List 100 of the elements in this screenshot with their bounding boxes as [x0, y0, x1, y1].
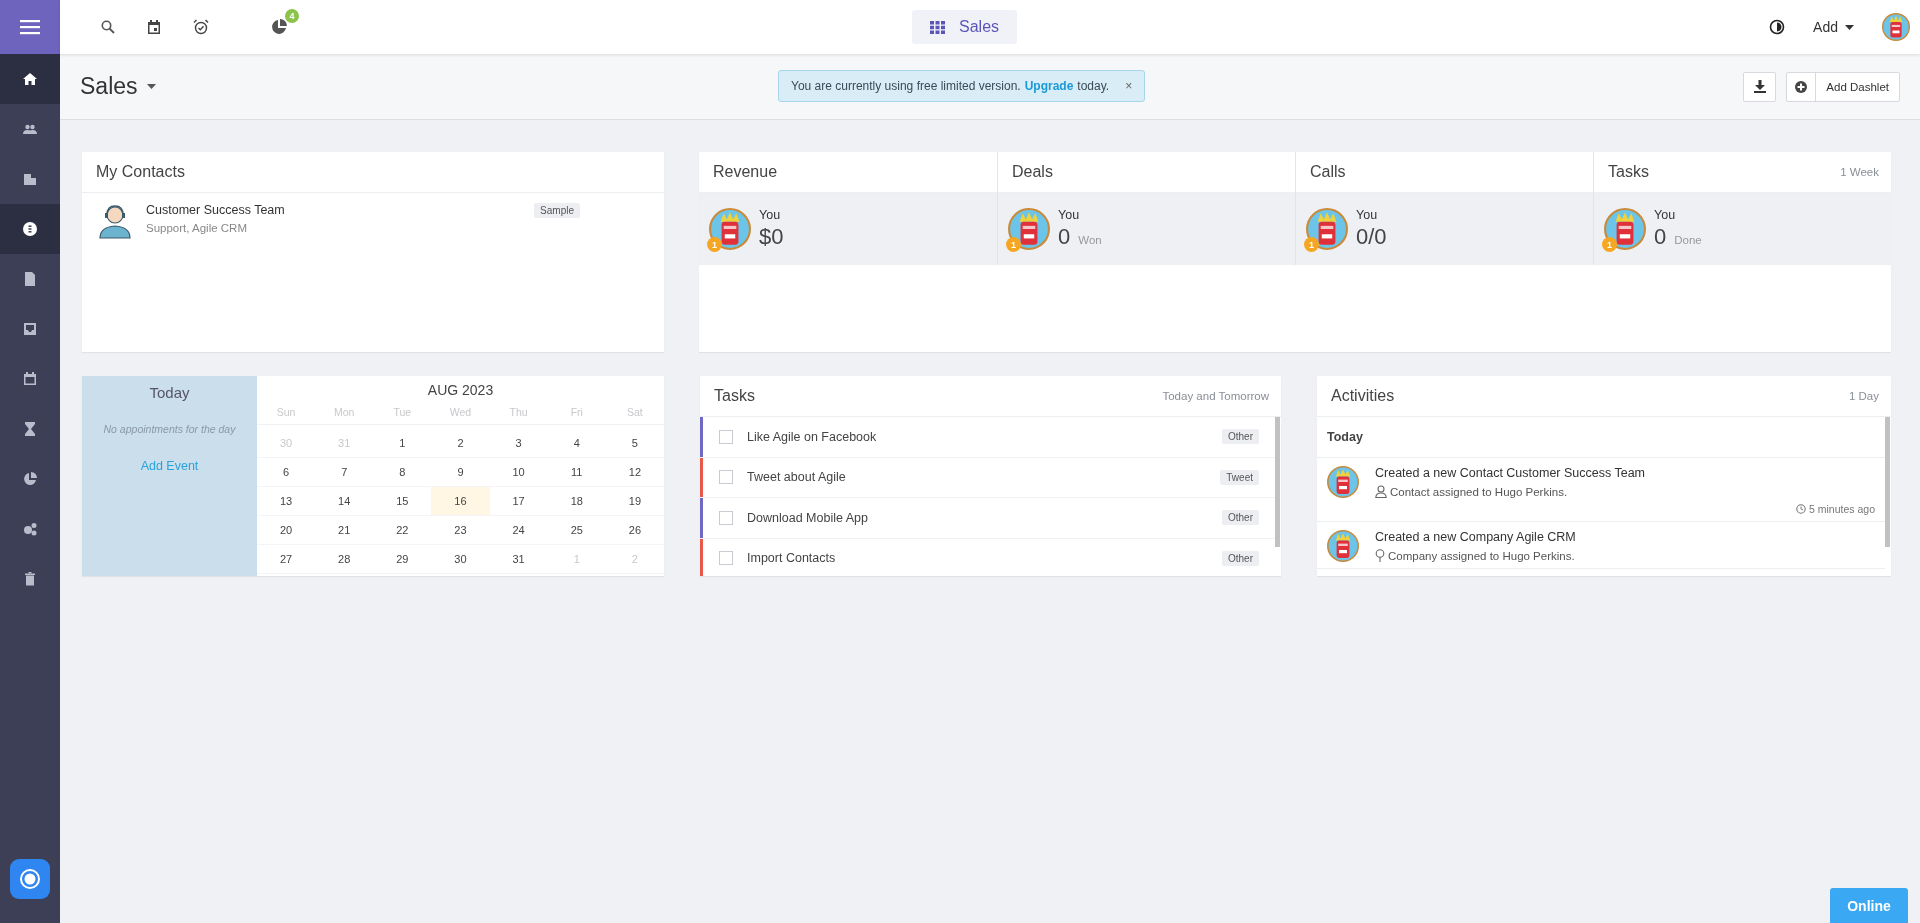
task-tag: Other — [1222, 510, 1259, 526]
building-icon — [23, 172, 37, 186]
calendar-day[interactable]: 3 — [489, 429, 548, 458]
dashboard-tab[interactable]: Sales — [912, 10, 1018, 44]
card-title: My Contacts — [96, 163, 185, 181]
theme-toggle-icon[interactable] — [1769, 19, 1786, 35]
calendar-day[interactable]: 18 — [547, 487, 606, 516]
task-item[interactable]: Import Contacts Other — [700, 538, 1275, 576]
task-label: Tweet about Agile — [747, 470, 846, 485]
scrollbar[interactable] — [1885, 417, 1890, 547]
calendar-day[interactable]: 6 — [257, 458, 316, 487]
calendar-day[interactable]: 2 — [431, 429, 490, 458]
scrollbar[interactable] — [1275, 417, 1280, 547]
calendar-day[interactable]: 31 — [489, 545, 548, 574]
support-agent-icon — [96, 203, 134, 239]
pie-chart-icon[interactable] — [271, 19, 287, 35]
calendar-day[interactable]: 30 — [431, 545, 490, 574]
calendar-day[interactable]: 20 — [257, 516, 316, 545]
calendar-day[interactable]: 16 — [431, 487, 490, 516]
calendar-day[interactable]: 4 — [547, 429, 606, 458]
add-dashlet-button[interactable]: Add Dashlet — [1816, 72, 1899, 101]
calendar-day[interactable]: 29 — [373, 545, 432, 574]
calendar-day[interactable]: 1 — [373, 429, 432, 458]
menu-button[interactable] — [0, 0, 60, 54]
card-title: Calls — [1310, 163, 1346, 181]
sidebar-item[interactable] — [0, 54, 60, 104]
calendar-day[interactable]: 21 — [315, 516, 374, 545]
today-title: Today — [149, 384, 190, 401]
task-tag: Other — [1222, 550, 1259, 566]
alert-text: You are currently using free limited version. — [791, 79, 1021, 93]
month-title: AUG 2023 — [427, 382, 494, 398]
task-item[interactable]: Download Mobile App Other — [700, 498, 1275, 539]
contact-item[interactable]: Customer Success Team Support, Agile CRM Sample — [82, 193, 664, 249]
task-label: Download Mobile App — [747, 510, 868, 525]
calendar-day[interactable]: 12 — [605, 458, 664, 487]
avatar-icon — [1306, 208, 1348, 250]
download-icon — [1753, 80, 1766, 93]
add-menu-button[interactable]: Add — [1813, 19, 1854, 35]
calendar-day[interactable]: 23 — [431, 516, 490, 545]
dashboard-title-dropdown[interactable]: Sales — [80, 73, 156, 100]
calendar-day[interactable]: 27 — [257, 545, 316, 574]
calendar-day[interactable]: 28 — [315, 545, 374, 574]
grid-icon — [930, 20, 945, 34]
trash-icon — [23, 572, 37, 586]
avatar-icon — [1604, 208, 1646, 250]
plus-circle-icon[interactable] — [1795, 80, 1808, 93]
range-label: 1 Day — [1848, 390, 1879, 402]
calendar-day[interactable]: 22 — [373, 516, 432, 545]
rank-badge: 1 — [1304, 237, 1319, 252]
card-title: Tasks — [1608, 163, 1649, 181]
stat-unit: Won — [1078, 234, 1102, 246]
calendar-day[interactable]: 7 — [315, 458, 374, 487]
card-title: Revenue — [713, 163, 778, 181]
stat-value: 0 — [1058, 224, 1071, 250]
calendar-day[interactable]: 25 — [547, 516, 606, 545]
calendar-day[interactable]: 13 — [257, 487, 316, 516]
chat-icon — [19, 868, 41, 890]
avatar-icon — [1327, 530, 1359, 562]
calendar-day[interactable]: 26 — [605, 516, 664, 545]
user-name: You — [1356, 208, 1379, 222]
card-title: Activities — [1331, 387, 1395, 405]
calendar-day[interactable]: 19 — [605, 487, 664, 516]
stat-value: $0 — [759, 224, 784, 250]
activity-title: Created a new Contact Customer Success Team — [1375, 466, 1647, 480]
search-icon[interactable] — [101, 20, 115, 34]
task-checkbox[interactable] — [719, 510, 733, 525]
caret-icon — [146, 84, 156, 89]
calendar-day[interactable]: 17 — [489, 487, 548, 516]
alert-text: today. — [1077, 79, 1110, 93]
calendar-icon — [23, 372, 37, 386]
avatar-icon — [709, 208, 751, 250]
calendar-day[interactable]: 10 — [489, 458, 548, 487]
task-label: Like Agile on Facebook — [747, 429, 877, 444]
task-checkbox[interactable] — [719, 429, 733, 444]
download-button[interactable] — [1743, 71, 1777, 102]
range-label: Today and Tomorrow — [1162, 390, 1269, 402]
stat-unit: Done — [1674, 234, 1702, 246]
task-checkbox[interactable] — [719, 551, 733, 566]
close-button[interactable]: × — [1125, 79, 1133, 93]
task-checkbox[interactable] — [719, 470, 733, 485]
empty-message: No appointments for the day — [103, 423, 236, 435]
notification-badge: 4 — [285, 9, 299, 23]
contact-name: Customer Success Team — [146, 203, 285, 217]
calendar-day[interactable]: 14 — [315, 487, 374, 516]
task-item[interactable]: Like Agile on Facebook Other — [700, 417, 1275, 458]
rank-badge: 1 — [1006, 237, 1021, 252]
alarm-clock-icon[interactable] — [193, 19, 209, 35]
calendar-day[interactable]: 8 — [373, 458, 432, 487]
calendar-day[interactable]: 24 — [489, 516, 548, 545]
rank-badge: 1 — [1602, 237, 1617, 252]
chat-button[interactable] — [10, 859, 50, 899]
calendar-day[interactable]: 5 — [605, 429, 664, 458]
calendar-icon[interactable] — [147, 19, 161, 35]
sidebar-item[interactable] — [0, 204, 60, 254]
caret-icon — [1845, 24, 1854, 30]
task-label: Import Contacts — [747, 551, 836, 566]
task-tag: Other — [1222, 429, 1259, 445]
activity-title: Created a new Company Agile CRM — [1375, 530, 1577, 544]
task-item[interactable]: Tweet about Agile Tweet — [700, 457, 1275, 498]
calendar-day[interactable]: 11 — [547, 458, 606, 487]
